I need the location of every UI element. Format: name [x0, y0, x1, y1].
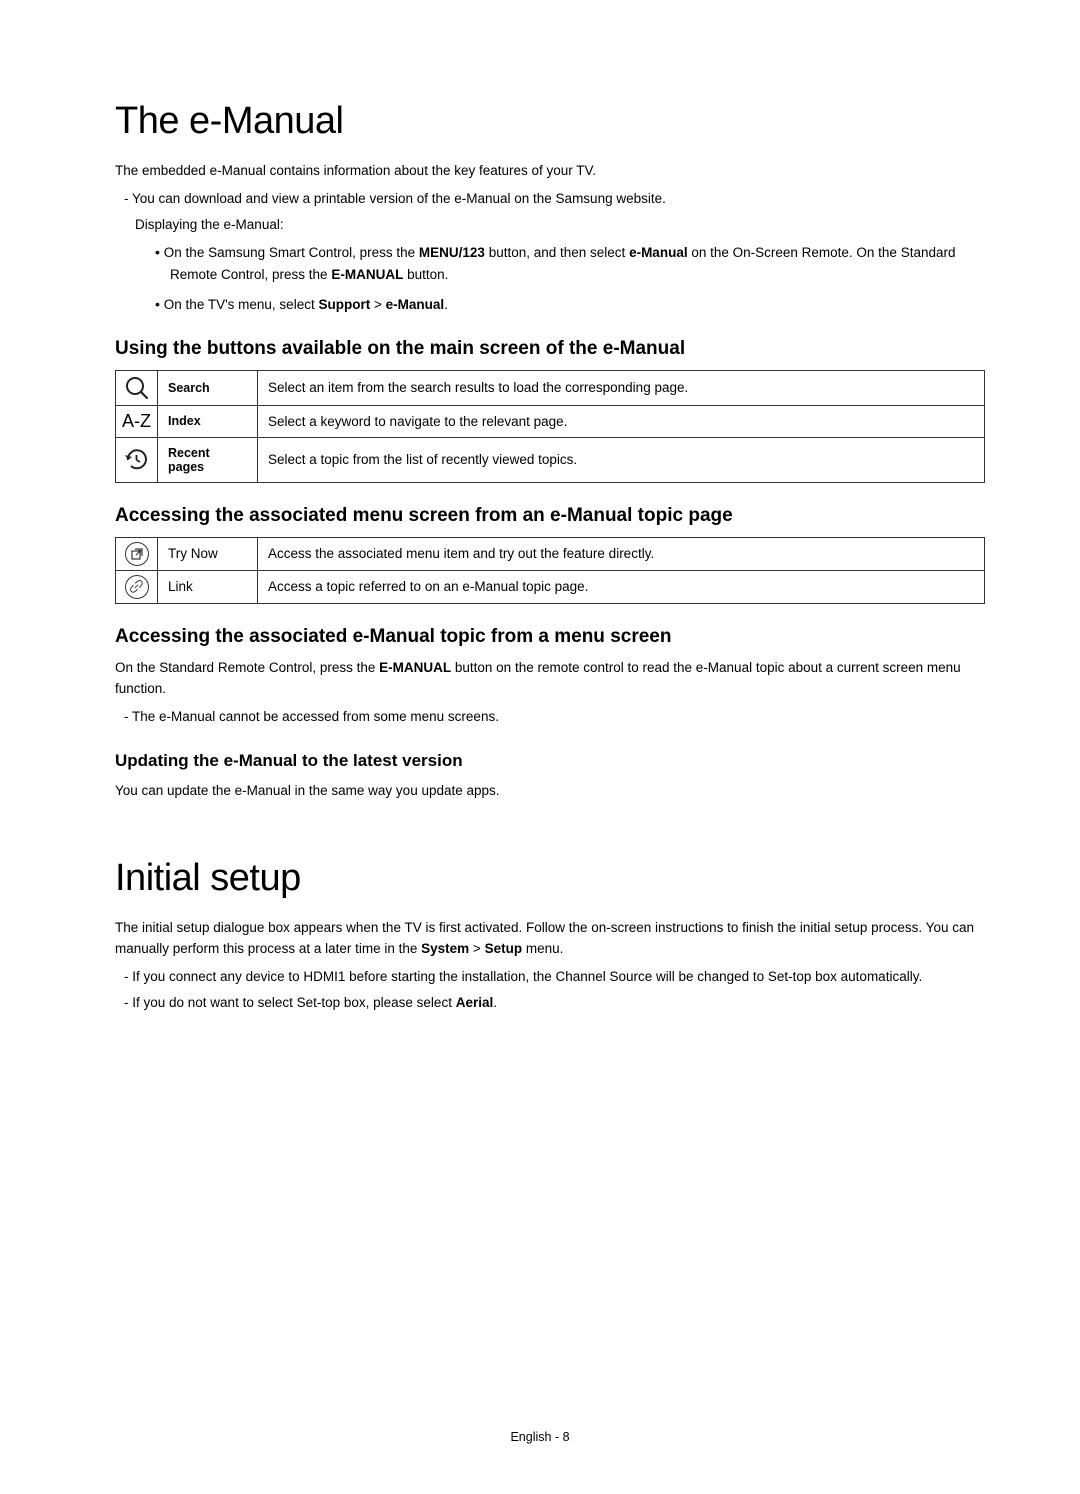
- text-fragment: menu.: [522, 941, 563, 956]
- bullet-smart-control: On the Samsung Smart Control, press the …: [115, 241, 985, 287]
- table-row: Recent pages Select a topic from the lis…: [116, 437, 985, 482]
- displaying-label: Displaying the e-Manual:: [115, 214, 985, 236]
- table-row: Try Now Access the associated menu item …: [116, 537, 985, 570]
- page-footer: English - 8: [0, 1430, 1080, 1444]
- index-icon: A-Z: [116, 405, 158, 437]
- try-now-desc: Access the associated menu item and try …: [258, 537, 985, 570]
- section-heading-emanual: The e-Manual: [115, 100, 985, 143]
- search-desc: Select an item from the search results t…: [258, 370, 985, 405]
- download-note: You can download and view a printable ve…: [115, 188, 985, 210]
- footer-language: English: [510, 1430, 551, 1444]
- menu-screen-note: The e-Manual cannot be accessed from som…: [115, 706, 985, 728]
- initial-setup-paragraph: The initial setup dialogue box appears w…: [115, 918, 985, 960]
- index-label: Index: [158, 405, 258, 437]
- text-fragment: If you do not want to select Set-top box…: [132, 995, 455, 1010]
- text-fragment: button, and then select: [485, 245, 629, 260]
- emanual-button-label: E-MANUAL: [379, 660, 451, 675]
- table-row: Link Access a topic referred to on an e-…: [116, 570, 985, 603]
- bullet-tv-menu: On the TV's menu, select Support > e-Man…: [115, 293, 985, 316]
- aerial-note: If you do not want to select Set-top box…: [115, 992, 985, 1014]
- text-fragment: On the TV's menu, select: [164, 297, 319, 312]
- text-fragment: On the Standard Remote Control, press th…: [115, 660, 379, 675]
- footer-page-number: 8: [563, 1430, 570, 1444]
- search-icon: [116, 370, 158, 405]
- topic-buttons-table: Try Now Access the associated menu item …: [115, 537, 985, 604]
- hdmi-note: If you connect any device to HDMI1 befor…: [115, 966, 985, 988]
- search-label: Search: [158, 370, 258, 405]
- section-heading-initial-setup: Initial setup: [115, 857, 985, 900]
- link-icon: [116, 570, 158, 603]
- recent-desc: Select a topic from the list of recently…: [258, 437, 985, 482]
- emanual-label: e-Manual: [629, 245, 688, 260]
- support-label: Support: [318, 297, 370, 312]
- text-fragment: >: [370, 297, 385, 312]
- emanual-label: e-Manual: [386, 297, 445, 312]
- menu-123-label: MENU/123: [419, 245, 485, 260]
- updating-paragraph: You can update the e-Manual in the same …: [115, 781, 985, 802]
- link-desc: Access a topic referred to on an e-Manua…: [258, 570, 985, 603]
- subheading-updating: Updating the e-Manual to the latest vers…: [115, 751, 985, 771]
- recent-icon: [116, 437, 158, 482]
- recent-label: Recent pages: [158, 437, 258, 482]
- link-label: Link: [158, 570, 258, 603]
- text-fragment: On the Samsung Smart Control, press the: [164, 245, 419, 260]
- text-fragment: .: [493, 995, 497, 1010]
- menu-screen-paragraph: On the Standard Remote Control, press th…: [115, 658, 985, 700]
- intro-paragraph: The embedded e-Manual contains informati…: [115, 161, 985, 182]
- subheading-from-menu-screen: Accessing the associated e-Manual topic …: [115, 626, 985, 648]
- text-fragment: button.: [403, 267, 448, 282]
- buttons-table: Search Select an item from the search re…: [115, 370, 985, 483]
- system-label: System: [421, 941, 469, 956]
- index-desc: Select a keyword to navigate to the rele…: [258, 405, 985, 437]
- text-fragment: >: [469, 941, 484, 956]
- text-fragment: .: [444, 297, 448, 312]
- table-row: A-Z Index Select a keyword to navigate t…: [116, 405, 985, 437]
- aerial-label: Aerial: [456, 995, 494, 1010]
- try-now-icon: [116, 537, 158, 570]
- subheading-main-screen-buttons: Using the buttons available on the main …: [115, 338, 985, 360]
- try-now-label: Try Now: [158, 537, 258, 570]
- subheading-associated-menu: Accessing the associated menu screen fro…: [115, 505, 985, 527]
- emanual-button-label: E-MANUAL: [331, 267, 403, 282]
- table-row: Search Select an item from the search re…: [116, 370, 985, 405]
- az-text: A-Z: [122, 411, 151, 431]
- setup-label: Setup: [485, 941, 523, 956]
